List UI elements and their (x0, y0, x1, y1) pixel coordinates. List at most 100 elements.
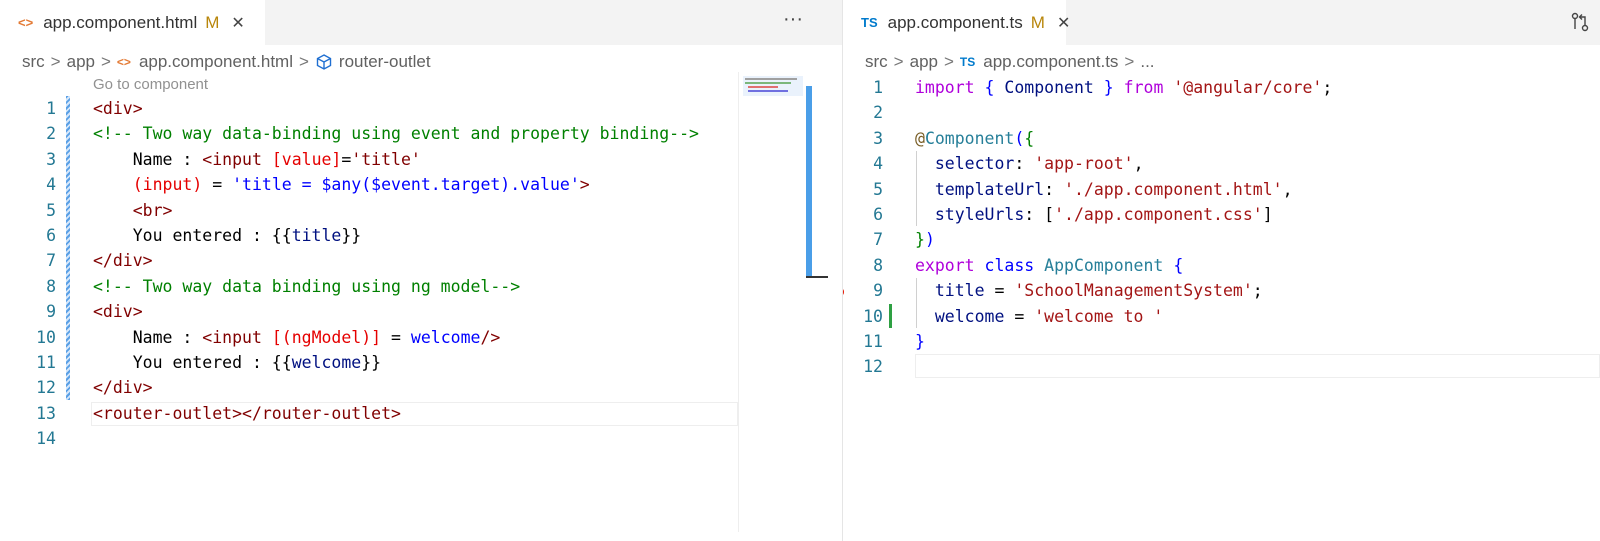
code-line[interactable]: templateUrl: './app.component.html', (915, 177, 1293, 202)
line-number: 6 (46, 226, 56, 245)
code-token: <router-outlet></router-outlet> (93, 403, 401, 423)
line-number: 7 (46, 251, 56, 271)
code-line[interactable]: welcome = 'welcome to ' (915, 304, 1164, 329)
code-line[interactable]: (input) = 'title = $any($event.target).v… (93, 172, 590, 197)
code-line[interactable]: Name : <input [(ngModel)] = welcome/> (93, 325, 501, 350)
line-number: 1 (873, 78, 883, 97)
line-number: 3 (46, 149, 56, 169)
code-token: <br> (93, 200, 173, 220)
breadcrumb-src[interactable]: src (22, 52, 45, 72)
code-line[interactable]: @Component({ (915, 126, 1034, 151)
line-number: 8 (873, 255, 883, 275)
go-to-component-codelens[interactable]: Go to component (93, 76, 208, 93)
code-line[interactable]: title = 'SchoolManagementSystem'; (915, 278, 1263, 303)
minimap[interactable] (738, 72, 810, 532)
code-line[interactable]: }) (915, 227, 935, 252)
code-line[interactable]: selector: 'app-root', (915, 151, 1144, 176)
code-token: title (915, 281, 985, 301)
code-token: : (1044, 179, 1065, 199)
code-token: You entered : {{ (93, 353, 292, 372)
breadcrumb-app[interactable]: app (67, 52, 95, 72)
breadcrumb-symbol[interactable]: ... (1140, 52, 1154, 72)
code-line[interactable]: import { Component } from '@angular/core… (915, 75, 1332, 100)
code-line[interactable]: <br> (93, 198, 173, 223)
code-token: { (1024, 128, 1035, 148)
scroll-position-indicator (806, 276, 828, 278)
code-token: = (1004, 306, 1035, 326)
code-token: /> (480, 327, 501, 347)
right-editor-pane: TS app.component.ts M ✕ src > app > TS a… (843, 0, 1600, 541)
line-number: 7 (873, 230, 883, 250)
code-token: } (1103, 78, 1114, 97)
code-token: 'title' (351, 149, 421, 169)
code-token: <!-- Two way data binding using ng model… (93, 276, 521, 296)
tab-label: app.component.html (43, 12, 198, 32)
breadcrumb-app[interactable]: app (910, 52, 938, 72)
close-icon[interactable]: ✕ (1057, 13, 1070, 33)
code-token: 'welcome to ' (1034, 306, 1164, 326)
breadcrumb-file[interactable]: app.component.html (139, 52, 293, 72)
code-token: <!-- Two way data-binding using event an… (93, 124, 699, 144)
code-token: (input) (93, 175, 203, 195)
code-token: } (915, 332, 925, 351)
code-token: : [ (1024, 205, 1055, 224)
code-line[interactable]: <!-- Two way data-binding using event an… (93, 121, 699, 146)
code-token: ) (924, 230, 935, 250)
code-token: welcome (410, 327, 481, 347)
code-line[interactable]: <div> (93, 96, 143, 121)
code-token: <div> (93, 302, 143, 322)
code-token: Name : (93, 149, 203, 169)
chevron-right-icon: > (298, 52, 309, 71)
more-actions-icon[interactable]: ··· (783, 8, 803, 31)
code-token: AppComponent (1044, 255, 1164, 275)
tab-app-component-ts[interactable]: TS app.component.ts M ✕ (843, 0, 1070, 45)
code-line[interactable]: } (915, 329, 925, 354)
close-icon[interactable]: ✕ (231, 13, 244, 33)
typescript-file-icon: TS (959, 55, 976, 69)
modified-badge: M (205, 12, 220, 32)
code-line[interactable]: <div> (93, 299, 143, 324)
code-line[interactable]: You entered : {{title}} (93, 223, 362, 248)
code-token: './app.component.html' (1064, 179, 1283, 199)
chevron-right-icon: > (100, 52, 111, 71)
code-line[interactable]: </div> (93, 248, 153, 273)
code-token: = (341, 149, 352, 169)
code-token: from (1123, 78, 1164, 97)
left-editor-pane: <> app.component.html M ✕ ··· src > app … (0, 0, 843, 541)
line-number: 9 (46, 302, 56, 322)
code-token: title (291, 226, 342, 245)
code-token: Component (1004, 78, 1094, 97)
breadcrumb-symbol[interactable]: router-outlet (339, 52, 431, 72)
breadcrumb-file[interactable]: app.component.ts (983, 52, 1118, 72)
breadcrumb-src[interactable]: src (865, 52, 888, 72)
line-number: 1 (46, 99, 56, 118)
current-line-highlight (915, 354, 1600, 378)
code-token: ( (1014, 128, 1025, 148)
code-line[interactable]: <!-- Two way data binding using ng model… (93, 274, 520, 299)
code-line[interactable]: export class AppComponent { (915, 253, 1183, 278)
scrollbar-thumb[interactable] (806, 86, 812, 276)
tab-app-component-html[interactable]: <> app.component.html M ✕ (0, 0, 265, 45)
code-token: = (984, 281, 1015, 301)
code-token: Component (924, 128, 1015, 148)
code-line[interactable]: <router-outlet></router-outlet> (93, 401, 401, 426)
code-line[interactable]: styleUrls: ['./app.component.css'] (915, 202, 1273, 227)
line-number: 10 (863, 306, 883, 326)
code-token: class (984, 255, 1035, 275)
line-number: 13 (36, 403, 56, 423)
code-line[interactable]: </div> (93, 375, 153, 400)
git-change-marker (66, 96, 70, 400)
code-token: '@angular/core' (1173, 78, 1323, 97)
code-token: = (381, 327, 411, 347)
html-file-icon: <> (116, 55, 131, 69)
left-tab-bar: <> app.component.html M ✕ ··· (0, 0, 842, 45)
code-token: welcome (291, 353, 362, 372)
code-line[interactable]: Name : <input [value]='title' (93, 147, 421, 172)
code-line[interactable]: You entered : {{welcome}} (93, 350, 381, 375)
line-number: 9 (873, 281, 883, 301)
open-changes-icon[interactable] (1569, 11, 1591, 33)
